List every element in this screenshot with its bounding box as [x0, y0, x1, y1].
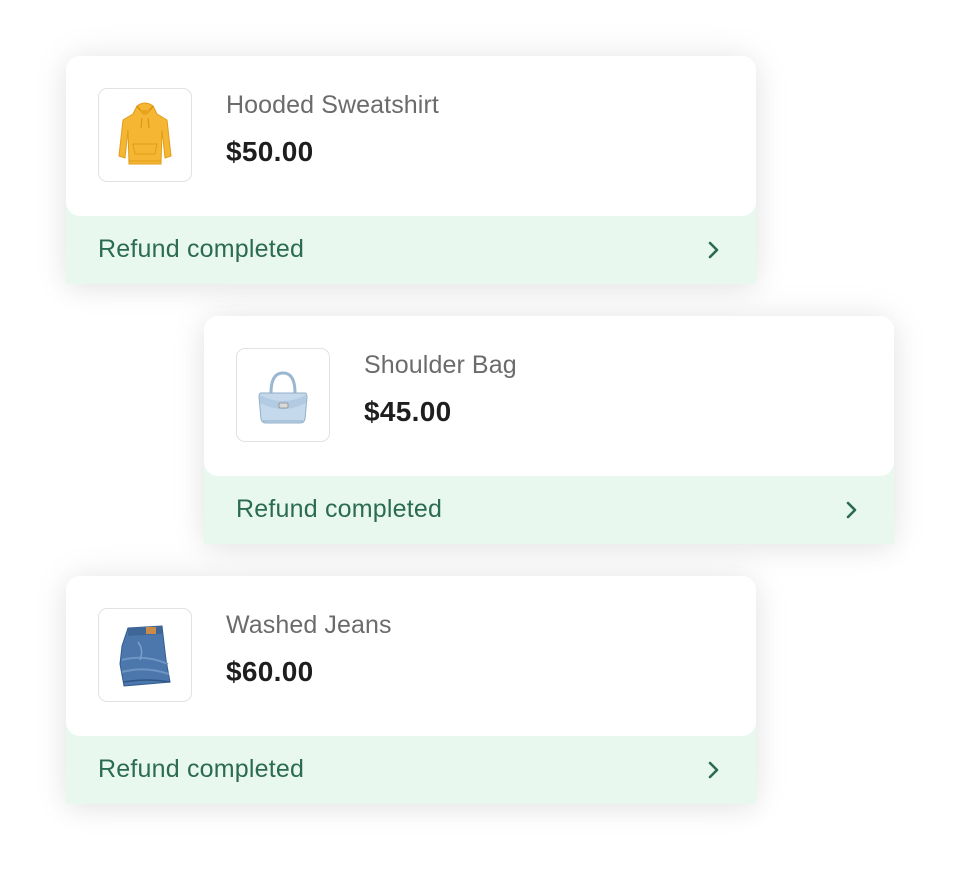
- refund-status-text: Refund completed: [98, 235, 305, 263]
- product-thumbnail: [98, 608, 192, 702]
- refund-status-bar[interactable]: Refund completed: [66, 722, 756, 804]
- order-card-body: Hooded Sweatshirt $50.00: [66, 56, 756, 216]
- product-name: Hooded Sweatshirt: [226, 91, 439, 119]
- product-thumbnail: [98, 88, 192, 182]
- product-name: Washed Jeans: [226, 611, 392, 639]
- refund-orders-list: Hooded Sweatshirt $50.00 Refund complete…: [0, 0, 957, 876]
- hoodie-icon: [118, 102, 172, 165]
- refund-status-bar[interactable]: Refund completed: [204, 462, 894, 544]
- refund-status-bar[interactable]: Refund completed: [66, 202, 756, 284]
- order-card-body: Washed Jeans $60.00: [66, 576, 756, 736]
- product-price: $60.00: [226, 656, 314, 687]
- handbag-icon: [258, 371, 308, 424]
- chevron-right-icon[interactable]: [706, 238, 722, 262]
- chevron-right-icon[interactable]: [706, 758, 722, 782]
- refund-status-text: Refund completed: [236, 495, 443, 523]
- product-thumbnail: [236, 348, 330, 442]
- order-card-body: Shoulder Bag $45.00: [204, 316, 894, 476]
- product-name: Shoulder Bag: [364, 351, 517, 379]
- order-card[interactable]: Washed Jeans $60.00 Refund completed: [66, 576, 756, 804]
- product-price: $45.00: [364, 396, 452, 427]
- product-price: $50.00: [226, 136, 314, 167]
- order-card[interactable]: Hooded Sweatshirt $50.00 Refund complete…: [66, 56, 756, 284]
- chevron-right-icon[interactable]: [844, 498, 860, 522]
- jeans-icon: [119, 625, 171, 687]
- refund-status-text: Refund completed: [98, 755, 305, 783]
- order-card[interactable]: Shoulder Bag $45.00 Refund completed: [204, 316, 894, 544]
